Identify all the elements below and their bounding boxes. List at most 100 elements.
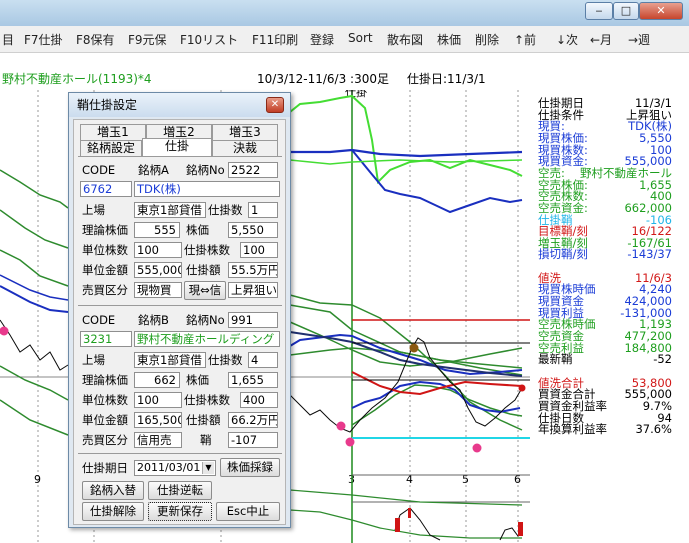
entry-date-select[interactable]: 2011/03/01 ▼ — [134, 460, 216, 476]
stock-b-no-field[interactable]: 991 — [228, 312, 278, 328]
info-panel: 仕掛期日 11/3/1 仕掛条件 上昇狙い 現買: TDK(株) 現買株価: 5,550 現買株… — [530, 90, 689, 543]
amount-b-label: 仕掛額 — [186, 413, 221, 427]
info-value: 37.6% — [635, 422, 672, 437]
price-b-field[interactable]: 1,655 — [228, 372, 278, 388]
tab-add1[interactable]: 増玉1 — [80, 124, 146, 140]
cancel-entry-button[interactable]: 仕掛解除 — [82, 502, 144, 521]
tab-entry[interactable]: 仕掛 — [142, 138, 212, 156]
theory-a-label: 理論株価 — [82, 223, 128, 237]
stock-b-no-label: 銘柄No — [186, 313, 225, 327]
dialog-title: 鞘仕掛設定 — [69, 93, 290, 117]
menu-item-print[interactable]: F11印刷 — [252, 31, 298, 48]
price-a-field[interactable]: 5,550 — [228, 222, 278, 238]
price-adopt-button[interactable]: 株価採録 — [220, 458, 280, 477]
spread-field[interactable]: -107 — [228, 432, 278, 448]
menu-item-original[interactable]: F9元保 — [128, 31, 167, 48]
menu-item-delete[interactable]: 削除 — [475, 31, 499, 48]
stock-a-label: 銘柄A — [138, 163, 169, 177]
unit-a-label: 単位株数 — [82, 243, 128, 257]
market-a-label: 上場 — [82, 203, 105, 217]
peak-marker — [409, 343, 419, 353]
shares-a-field[interactable]: 100 — [240, 242, 278, 258]
code-b-label: CODE — [82, 313, 116, 327]
menu-item-price[interactable]: 株価 — [437, 31, 461, 48]
menu-item-month[interactable]: ←月 — [590, 31, 612, 48]
swap-stocks-button[interactable]: 銘柄入替 — [82, 481, 144, 500]
price-line — [0, 319, 69, 371]
close-button[interactable]: ✕ — [639, 2, 683, 20]
amount-a-label: 仕掛額 — [186, 263, 221, 277]
market-a-field[interactable]: 東京1部貸借 — [134, 202, 206, 218]
menu-item-scatter[interactable]: 散布図 — [387, 31, 423, 48]
trade-a-label: 売買区分 — [82, 283, 128, 297]
unit-b-label: 単位株数 — [82, 393, 128, 407]
shares-b-field[interactable]: 400 — [240, 392, 278, 408]
menu-item-sort[interactable]: Sort — [348, 31, 373, 45]
stock-a-no-field[interactable]: 2522 — [228, 162, 278, 178]
amount-a-field[interactable]: 55.5万円 — [228, 262, 278, 278]
band-line — [0, 209, 69, 249]
minimize-button[interactable]: ‒ — [585, 2, 613, 20]
theory-a-field[interactable]: 555 — [134, 222, 180, 238]
esc-cancel-button[interactable]: Esc中止 — [216, 502, 280, 521]
tab-stock-settings[interactable]: 銘柄設定 — [80, 140, 142, 156]
band-line — [289, 321, 523, 367]
menu-item-entry[interactable]: F7仕掛 — [24, 31, 63, 48]
reverse-entry-button[interactable]: 仕掛逆転 — [148, 481, 212, 500]
price-a-label: 株価 — [186, 223, 209, 237]
spread-label: 鞘 — [200, 433, 212, 447]
stock-a-name-field[interactable]: TDK(株) — [134, 181, 280, 197]
tab-settlement[interactable]: 決裁 — [212, 140, 278, 156]
stock-b-name-field[interactable]: 野村不動産ホールディング — [134, 331, 280, 347]
pair-entry-dialog: 鞘仕掛設定 ✕ 増玉1 増玉2 増玉3 銘柄設定 仕掛 決裁 CODE 銘柄A … — [68, 92, 291, 528]
trade-b-field[interactable]: 信用売 — [134, 432, 182, 448]
market-b-label: 上場 — [82, 353, 105, 367]
entry-marker-label: 仕掛 — [345, 90, 367, 99]
trade-a-field[interactable]: 現物買 — [134, 282, 182, 298]
count-a-field[interactable]: 1 — [248, 202, 278, 218]
maximize-button[interactable]: □ — [613, 2, 639, 20]
entry-date: 仕掛日:11/3/1 — [407, 72, 486, 86]
code-a-field[interactable]: 6762 — [80, 181, 132, 197]
menu-item[interactable]: 目 — [2, 31, 14, 48]
signal-marker — [472, 443, 482, 453]
menu-item-register[interactable]: 登録 — [310, 31, 334, 48]
series-line-blue-upper-2 — [351, 149, 523, 214]
info-label: 年換算利益率 — [538, 422, 607, 437]
unit-amount-b-field[interactable]: 165,500 — [134, 412, 182, 428]
theory-b-field[interactable]: 662 — [134, 372, 180, 388]
entry-date-value: 2011/03/01 — [137, 461, 201, 474]
trade-b-label: 売買区分 — [82, 433, 128, 447]
entry-date-label: 仕掛期日 — [82, 461, 128, 475]
band-line — [0, 399, 69, 436]
tab-divider — [78, 156, 282, 157]
series-line-green-upper — [289, 94, 523, 185]
tab-add3[interactable]: 増玉3 — [212, 124, 278, 140]
cash-margin-toggle-button[interactable]: 現⇔信 — [184, 281, 226, 300]
volume-bar — [395, 518, 400, 532]
count-b-label: 仕掛数 — [208, 353, 243, 367]
menu-bar: 目 F7仕掛 F8保有 F9元保 F10リスト F11印刷 登録 Sort 散布… — [0, 26, 689, 53]
count-b-field[interactable]: 4 — [248, 352, 278, 368]
unit-a-field[interactable]: 100 — [134, 242, 182, 258]
amount-b-field[interactable]: 66.2万円 — [228, 412, 278, 428]
menu-item-prev[interactable]: ↑前 — [514, 31, 536, 48]
dialog-close-button[interactable]: ✕ — [266, 97, 284, 113]
menu-item-list[interactable]: F10リスト — [180, 31, 238, 48]
menu-item-next[interactable]: ↓次 — [556, 31, 578, 48]
volume-bar — [518, 522, 523, 536]
unit-amount-a-field[interactable]: 555,000 — [134, 262, 182, 278]
x-tick-label: 9 — [34, 473, 41, 486]
market-b-field[interactable]: 東京1部貸借 — [134, 352, 206, 368]
save-button[interactable]: 更新保存 — [148, 502, 212, 521]
unit-b-field[interactable]: 100 — [134, 392, 182, 408]
chevron-down-icon[interactable]: ▼ — [202, 462, 214, 474]
signal-marker — [0, 326, 9, 336]
condition-field[interactable]: 上昇狙い — [228, 282, 278, 298]
menu-item-week[interactable]: →週 — [628, 31, 650, 48]
code-b-field[interactable]: 3231 — [80, 331, 132, 347]
price-b-label: 株価 — [186, 373, 209, 387]
menu-item-hold[interactable]: F8保有 — [76, 31, 115, 48]
chart-period: 10/3/12-11/6/3 :300足 — [257, 72, 389, 86]
unit-amount-b-label: 単位金額 — [82, 413, 128, 427]
